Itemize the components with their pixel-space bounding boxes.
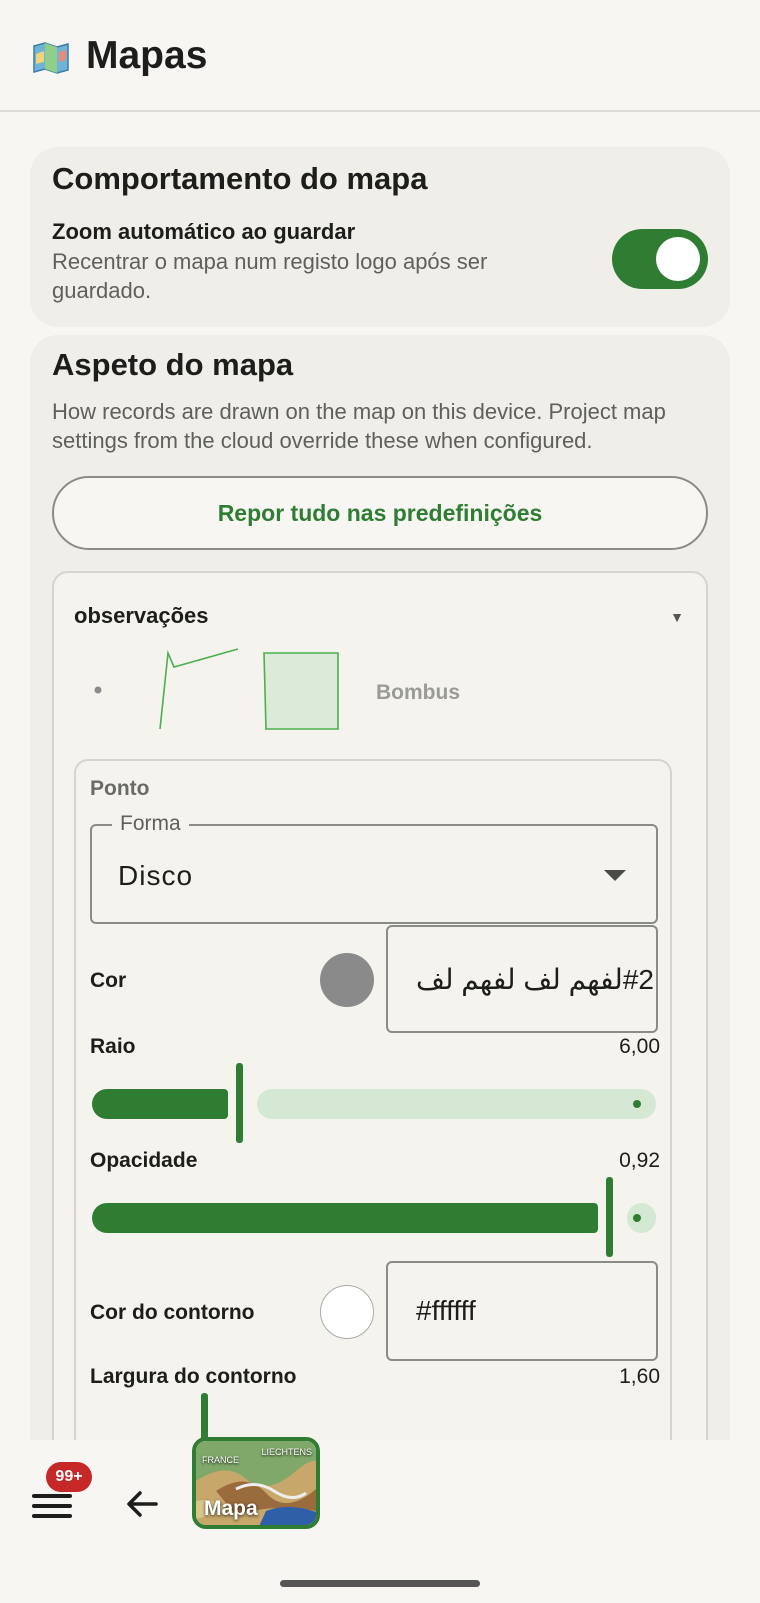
- layer-panel: observações ▼ Bombus Ponto Forma Disco C…: [52, 571, 708, 1479]
- map-tile-caption-right: LIECHTENS: [261, 1447, 312, 1457]
- opacity-slider[interactable]: [90, 1177, 658, 1257]
- radius-slider[interactable]: [90, 1063, 658, 1143]
- preview-label: Bombus: [376, 681, 460, 704]
- map-appearance-card: Aspeto do mapa How records are drawn on …: [30, 335, 730, 1479]
- radius-value: 6,00: [619, 1035, 660, 1058]
- menu-line: [32, 1504, 72, 1508]
- stroke-color-hex-value: #ffffff: [416, 1295, 476, 1326]
- color-hex-input[interactable]: #2لفهم لف لفهم لف: [386, 925, 658, 1033]
- opacity-slider-thumb[interactable]: [606, 1177, 613, 1257]
- stroke-color-swatch[interactable]: [320, 1285, 374, 1339]
- map-behavior-title: Comportamento do mapa: [52, 161, 428, 196]
- radius-slider-thumb[interactable]: [236, 1063, 243, 1143]
- opacity-stop-indicator: [633, 1214, 641, 1222]
- radius-track-active: [92, 1089, 228, 1119]
- reset-defaults-button[interactable]: Repor tudo nas predefinições: [52, 476, 708, 550]
- map-appearance-title: Aspeto do mapa: [52, 347, 294, 382]
- collapse-caret-icon[interactable]: ▼: [670, 609, 684, 625]
- page-title: Mapas: [86, 34, 208, 77]
- color-swatch[interactable]: [320, 953, 374, 1007]
- auto-zoom-toggle[interactable]: [612, 229, 708, 289]
- home-indicator: [280, 1580, 480, 1587]
- radius-label: Raio: [90, 1035, 136, 1058]
- opacity-value: 0,92: [619, 1149, 660, 1172]
- point-preview-icon: [94, 686, 102, 694]
- stroke-width-label: Largura do contorno: [90, 1365, 297, 1388]
- map-behavior-card: Comportamento do mapa Zoom automático ao…: [30, 147, 730, 327]
- opacity-track-inactive: [627, 1203, 656, 1233]
- app-bar: Mapas: [0, 0, 760, 112]
- map-icon: [33, 42, 69, 74]
- dropdown-arrow-icon: [604, 870, 626, 881]
- back-arrow-icon[interactable]: [120, 1482, 164, 1526]
- shape-select[interactable]: Forma Disco: [90, 812, 658, 924]
- map-tile-caption-left: FRANCE: [202, 1455, 240, 1465]
- stroke-color-label: Cor do contorno: [90, 1301, 255, 1324]
- menu-icon[interactable]: [30, 1486, 74, 1526]
- shape-select-value: Disco: [118, 860, 194, 891]
- map-tile-label: Mapa: [204, 1497, 258, 1520]
- stroke-color-hex-input[interactable]: #ffffff: [386, 1261, 658, 1361]
- color-label: Cor: [90, 969, 127, 992]
- color-hex-value: #2لفهم لف لفهم لف: [416, 963, 654, 995]
- opacity-label: Opacidade: [90, 1149, 198, 1172]
- menu-line: [32, 1494, 72, 1498]
- point-style-section: Ponto Forma Disco Cor #2لفهم لف لفهم لف …: [74, 759, 672, 1479]
- layer-name[interactable]: observações: [74, 603, 209, 629]
- toggle-knob: [656, 237, 700, 281]
- auto-zoom-description: Recentrar o mapa num registo logo após s…: [52, 249, 488, 303]
- map-appearance-description: How records are drawn on the map on this…: [52, 399, 666, 453]
- opacity-track-active: [92, 1203, 598, 1233]
- map-nav-button[interactable]: FRANCE LIECHTENS Mapa: [192, 1437, 320, 1529]
- radius-track-inactive: [257, 1089, 656, 1119]
- line-preview-icon: [159, 648, 239, 730]
- auto-zoom-label: Zoom automático ao guardar: [52, 219, 356, 244]
- stroke-width-value: 1,60: [619, 1365, 660, 1388]
- radius-stop-indicator: [633, 1100, 641, 1108]
- point-section-title: Ponto: [90, 777, 150, 800]
- bottom-bar: 99+ FRANCE LIECHTENS Mapa: [0, 1437, 760, 1603]
- polygon-preview-icon: [263, 652, 339, 730]
- shape-select-label: Forma: [112, 812, 189, 836]
- notification-badge: 99+: [46, 1462, 92, 1492]
- menu-line: [32, 1514, 72, 1518]
